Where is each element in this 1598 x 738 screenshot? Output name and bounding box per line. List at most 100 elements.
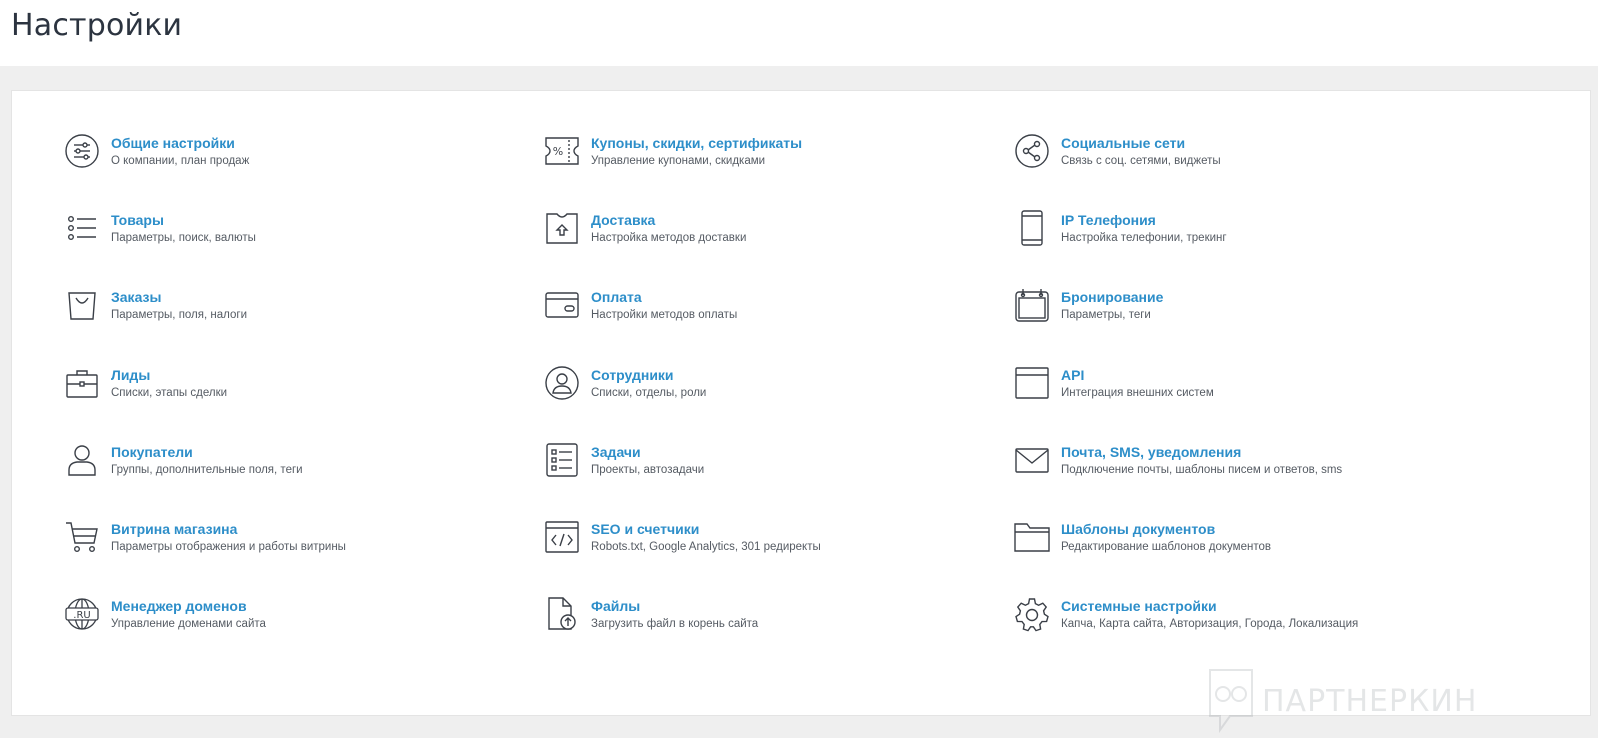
settings-item-desc: Управление купонами, скидками	[591, 155, 766, 167]
settings-column-3: Социальные сети Связь с соц. сетями, вид…	[1013, 129, 1358, 669]
settings-item-delivery[interactable]: Доставка Настройка методов доставки	[543, 206, 821, 283]
settings-item-text: Социальные сети Связь с соц. сетями, вид…	[1061, 129, 1221, 169]
settings-item-title[interactable]: Доставка	[591, 211, 746, 229]
settings-item-api[interactable]: API Интеграция внешних систем	[1013, 361, 1358, 438]
settings-item-title[interactable]: Задачи	[591, 443, 704, 461]
page-title: Настройки	[11, 8, 183, 43]
settings-item-tasks[interactable]: Задачи Проекты, автозадачи	[543, 438, 821, 515]
settings-item-payment[interactable]: Оплата Настройки методов оплаты	[543, 283, 821, 360]
phone-icon	[1013, 208, 1051, 248]
watermark: ПАРТНЕРКИН	[1206, 666, 1477, 736]
credit-card-icon	[543, 285, 581, 325]
settings-item-text: IP Телефония Настройка телефонии, трекин…	[1061, 206, 1227, 246]
settings-item-title[interactable]: Заказы	[111, 288, 247, 306]
settings-item-text: Системные настройки Капча, Карта сайта, …	[1061, 592, 1358, 632]
settings-item-title[interactable]: Почта, SMS, уведомления	[1061, 443, 1342, 461]
shopping-bag-icon	[63, 285, 101, 325]
settings-item-orders[interactable]: Заказы Параметры, поля, налоги	[63, 283, 346, 360]
file-upload-icon	[543, 594, 581, 634]
settings-item-title[interactable]: Менеджер доменов	[111, 597, 266, 615]
settings-item-desc: Robots.txt, Google Analytics, 301 редире…	[591, 540, 821, 553]
settings-item-text: Бронирование Параметры, теги	[1061, 283, 1163, 323]
settings-item-leads[interactable]: Лиды Списки, этапы сделки	[63, 361, 346, 438]
settings-item-text: Заказы Параметры, поля, налоги	[111, 283, 247, 323]
settings-item-desc: Группы, дополнительные поля, теги	[111, 463, 303, 476]
settings-item-title[interactable]: Общие настройки	[111, 134, 249, 152]
settings-item-system[interactable]: Системные настройки Капча, Карта сайта, …	[1013, 592, 1358, 669]
watermark-text: ПАРТНЕРКИН	[1262, 683, 1478, 719]
settings-item-customers[interactable]: Покупатели Группы, дополнительные поля, …	[63, 438, 346, 515]
sliders-icon	[63, 131, 101, 171]
settings-item-domains[interactable]: .RU Менеджер доменов Управление доменами…	[63, 592, 346, 669]
settings-item-staff[interactable]: Сотрудники Списки, отделы, роли	[543, 361, 821, 438]
globe-ru-icon: .RU	[63, 594, 101, 634]
coupon-icon: %	[543, 131, 581, 171]
settings-item-title[interactable]: Социальные сети	[1061, 134, 1221, 152]
settings-item-notifications[interactable]: Почта, SMS, уведомления Подключение почт…	[1013, 438, 1358, 515]
settings-item-storefront[interactable]: Витрина магазина Параметры отображения и…	[63, 515, 346, 592]
settings-item-files[interactable]: Файлы Загрузить файл в корень сайта	[543, 592, 821, 669]
settings-column-2: % Купоны, скидки, сертификаты Управление…	[543, 129, 821, 669]
settings-item-text: API Интеграция внешних систем	[1061, 361, 1214, 401]
settings-item-desc: Настройка методов доставки	[591, 232, 747, 245]
settings-item-title[interactable]: Витрина магазина	[111, 520, 346, 538]
settings-item-desc: Управление доменами сайта	[111, 618, 266, 631]
settings-item-title[interactable]: Покупатели	[111, 443, 303, 461]
settings-item-document-templates[interactable]: Шаблоны документов Редактирование шаблон…	[1013, 515, 1358, 592]
settings-item-text: Оплата Настройки методов оплаты	[591, 283, 737, 323]
settings-column-1: Общие настройки О компании, план продаж …	[63, 129, 346, 669]
settings-item-title[interactable]: Системные настройки	[1061, 597, 1358, 615]
settings-item-text: Купоны, скидки, сертификаты Управление к…	[591, 129, 802, 169]
settings-item-ip-telephony[interactable]: IP Телефония Настройка телефонии, трекин…	[1013, 206, 1358, 283]
settings-item-title[interactable]: SEO и счетчики	[591, 520, 821, 538]
settings-item-seo[interactable]: SEO и счетчики Robots.txt, Google Analyt…	[543, 515, 821, 592]
settings-item-desc: О компании, план продаж	[111, 155, 250, 167]
settings-item-title[interactable]: Шаблоны документов	[1061, 520, 1271, 538]
watermark-logo	[1209, 669, 1253, 734]
folder-icon	[1013, 517, 1051, 557]
settings-item-booking[interactable]: Бронирование Параметры, теги	[1013, 283, 1358, 360]
settings-panel: Общие настройки О компании, план продаж …	[11, 90, 1591, 716]
settings-item-text: Витрина магазина Параметры отображения и…	[111, 515, 346, 555]
browser-window-icon	[1013, 363, 1051, 403]
settings-item-text: Почта, SMS, уведомления Подключение почт…	[1061, 438, 1342, 478]
box-icon	[543, 208, 581, 248]
settings-item-text: Покупатели Группы, дополнительные поля, …	[111, 438, 303, 478]
settings-item-desc: Загрузить файл в корень сайта	[591, 618, 759, 631]
settings-item-title[interactable]: API	[1061, 366, 1214, 384]
settings-item-social[interactable]: Социальные сети Связь с соц. сетями, вид…	[1013, 129, 1358, 206]
settings-item-desc: Параметры отображения и работы витрины	[111, 540, 346, 553]
settings-item-title[interactable]: Файлы	[591, 597, 758, 615]
share-icon	[1013, 131, 1051, 171]
settings-item-general[interactable]: Общие настройки О компании, план продаж	[63, 129, 346, 206]
settings-item-title[interactable]: Купоны, скидки, сертификаты	[591, 134, 802, 152]
settings-item-text: Лиды Списки, этапы сделки	[111, 361, 227, 401]
cart-icon	[63, 517, 101, 557]
settings-item-title[interactable]: Сотрудники	[591, 366, 706, 384]
svg-text:%: %	[553, 145, 563, 158]
settings-item-title[interactable]: Товары	[111, 211, 256, 229]
settings-item-text: Файлы Загрузить файл в корень сайта	[591, 592, 758, 632]
user-icon	[63, 440, 101, 480]
settings-item-title[interactable]: Бронирование	[1061, 288, 1163, 306]
settings-item-desc: Списки, этапы сделки	[111, 386, 228, 399]
settings-item-desc: Капча, Карта сайта, Авторизация, Города,…	[1061, 618, 1359, 631]
calendar-icon	[1013, 285, 1051, 325]
code-window-icon	[543, 517, 581, 557]
settings-item-desc: Подключение почты, шаблоны писем и ответ…	[1061, 463, 1343, 476]
settings-item-desc: Связь с соц. сетями, виджеты	[1061, 155, 1221, 167]
settings-item-title[interactable]: Оплата	[591, 288, 737, 306]
envelope-icon	[1013, 440, 1051, 480]
settings-item-text: Шаблоны документов Редактирование шаблон…	[1061, 515, 1271, 555]
settings-item-title[interactable]: IP Телефония	[1061, 211, 1227, 229]
user-circle-icon	[543, 363, 581, 403]
settings-item-text: Задачи Проекты, автозадачи	[591, 438, 704, 478]
settings-item-text: Товары Параметры, поиск, валюты	[111, 206, 256, 246]
settings-item-desc: Параметры, поля, налоги	[111, 309, 247, 322]
globe-ru-label: .RU	[73, 610, 90, 621]
settings-item-products[interactable]: Товары Параметры, поиск, валюты	[63, 206, 346, 283]
checklist-icon	[543, 440, 581, 480]
settings-item-title[interactable]: Лиды	[111, 366, 227, 384]
settings-item-desc: Списки, отделы, роли	[591, 386, 707, 399]
settings-item-coupons[interactable]: % Купоны, скидки, сертификаты Управление…	[543, 129, 821, 206]
